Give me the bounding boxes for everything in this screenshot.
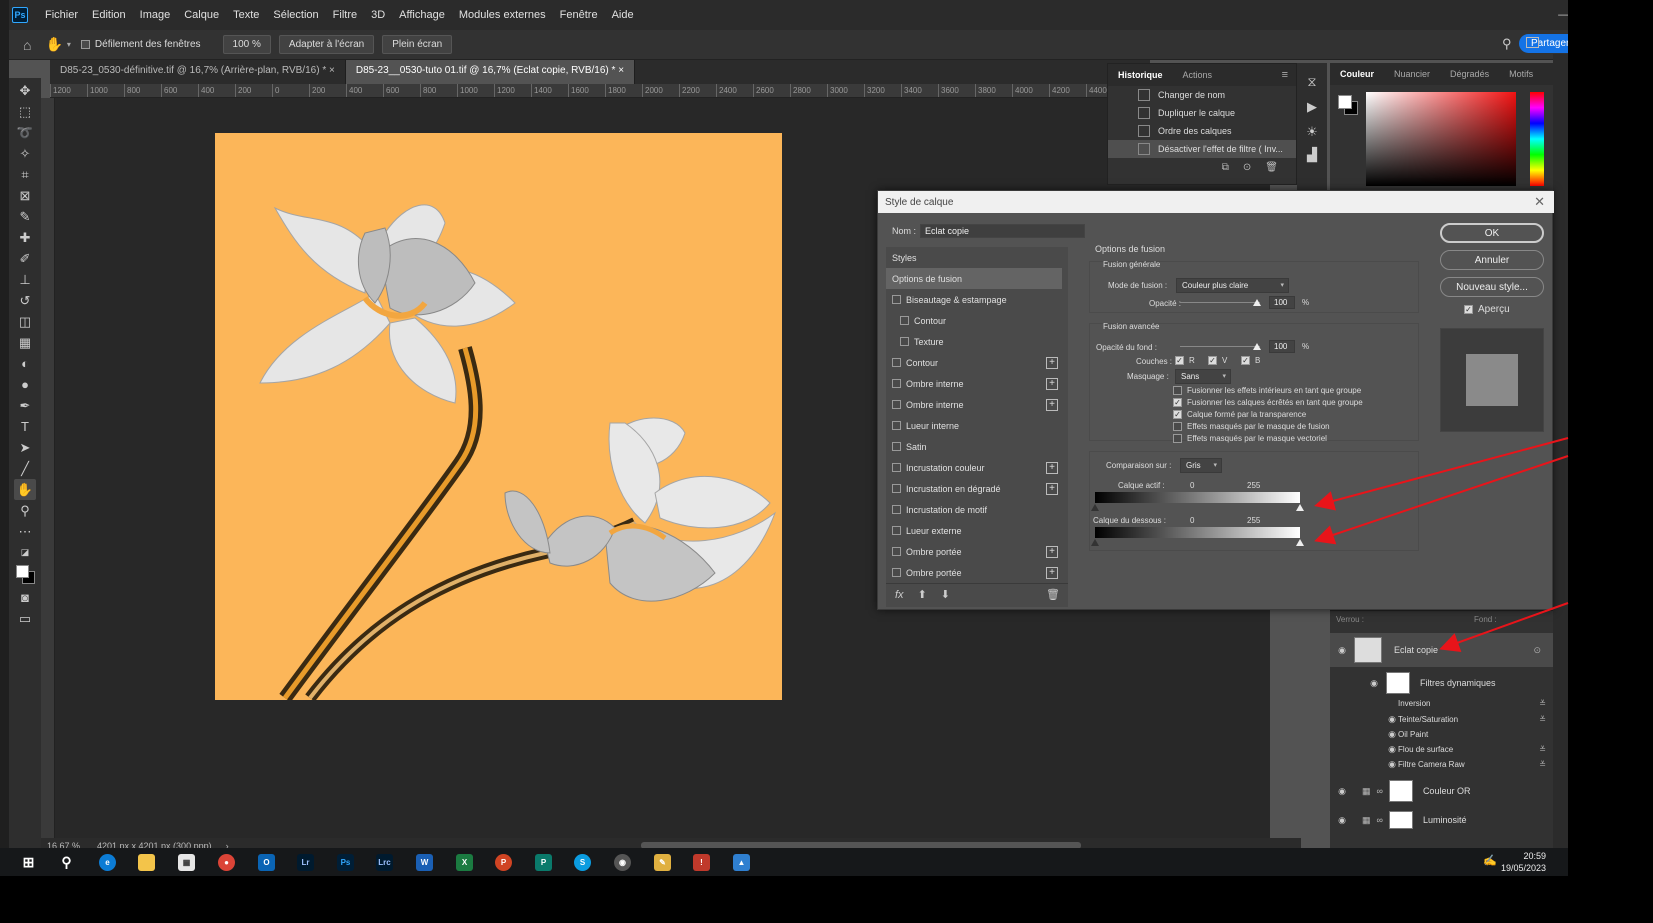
arrow-to-this-layer-slider	[1314, 437, 1569, 511]
app-icon[interactable]: ✎	[654, 854, 671, 871]
excel-icon[interactable]: X	[456, 854, 473, 871]
photos-icon[interactable]: ▲	[733, 854, 750, 871]
windows-taskbar: ⊞ ⚲ e ▦ ● O Lr Ps Lrc W X P P S ◉ ✎ ! ▲ …	[0, 848, 1568, 876]
publisher-icon[interactable]: P	[535, 854, 552, 871]
search-icon[interactable]: ⚲	[58, 854, 75, 871]
file-explorer-icon[interactable]	[138, 854, 155, 871]
arrow-to-underlying-slider	[1314, 455, 1569, 545]
clock[interactable]: 20:59 19/05/2023	[1501, 850, 1546, 874]
app-icon[interactable]: ◉	[614, 854, 631, 871]
chrome-icon[interactable]: ●	[218, 854, 235, 871]
outlook-icon[interactable]: O	[258, 854, 275, 871]
arrow-to-layer-thumbnail	[1439, 602, 1569, 652]
app-icon[interactable]: !	[693, 854, 710, 871]
edge-icon[interactable]: e	[99, 854, 116, 871]
word-icon[interactable]: W	[416, 854, 433, 871]
pen-icon[interactable]: ✍	[1483, 854, 1497, 867]
windows-start-icon[interactable]: ⊞	[20, 854, 37, 871]
screen-bottom-margin	[0, 876, 1568, 923]
powerpoint-icon[interactable]: P	[495, 854, 512, 871]
skype-icon[interactable]: S	[574, 854, 591, 871]
lightroom-icon[interactable]: Lr	[297, 854, 314, 871]
store-icon[interactable]: ▦	[178, 854, 195, 871]
lightroom-classic-icon[interactable]: Lrc	[376, 854, 393, 871]
photoshop-icon[interactable]: Ps	[337, 854, 354, 871]
annotation-arrows	[1314, 437, 1569, 652]
